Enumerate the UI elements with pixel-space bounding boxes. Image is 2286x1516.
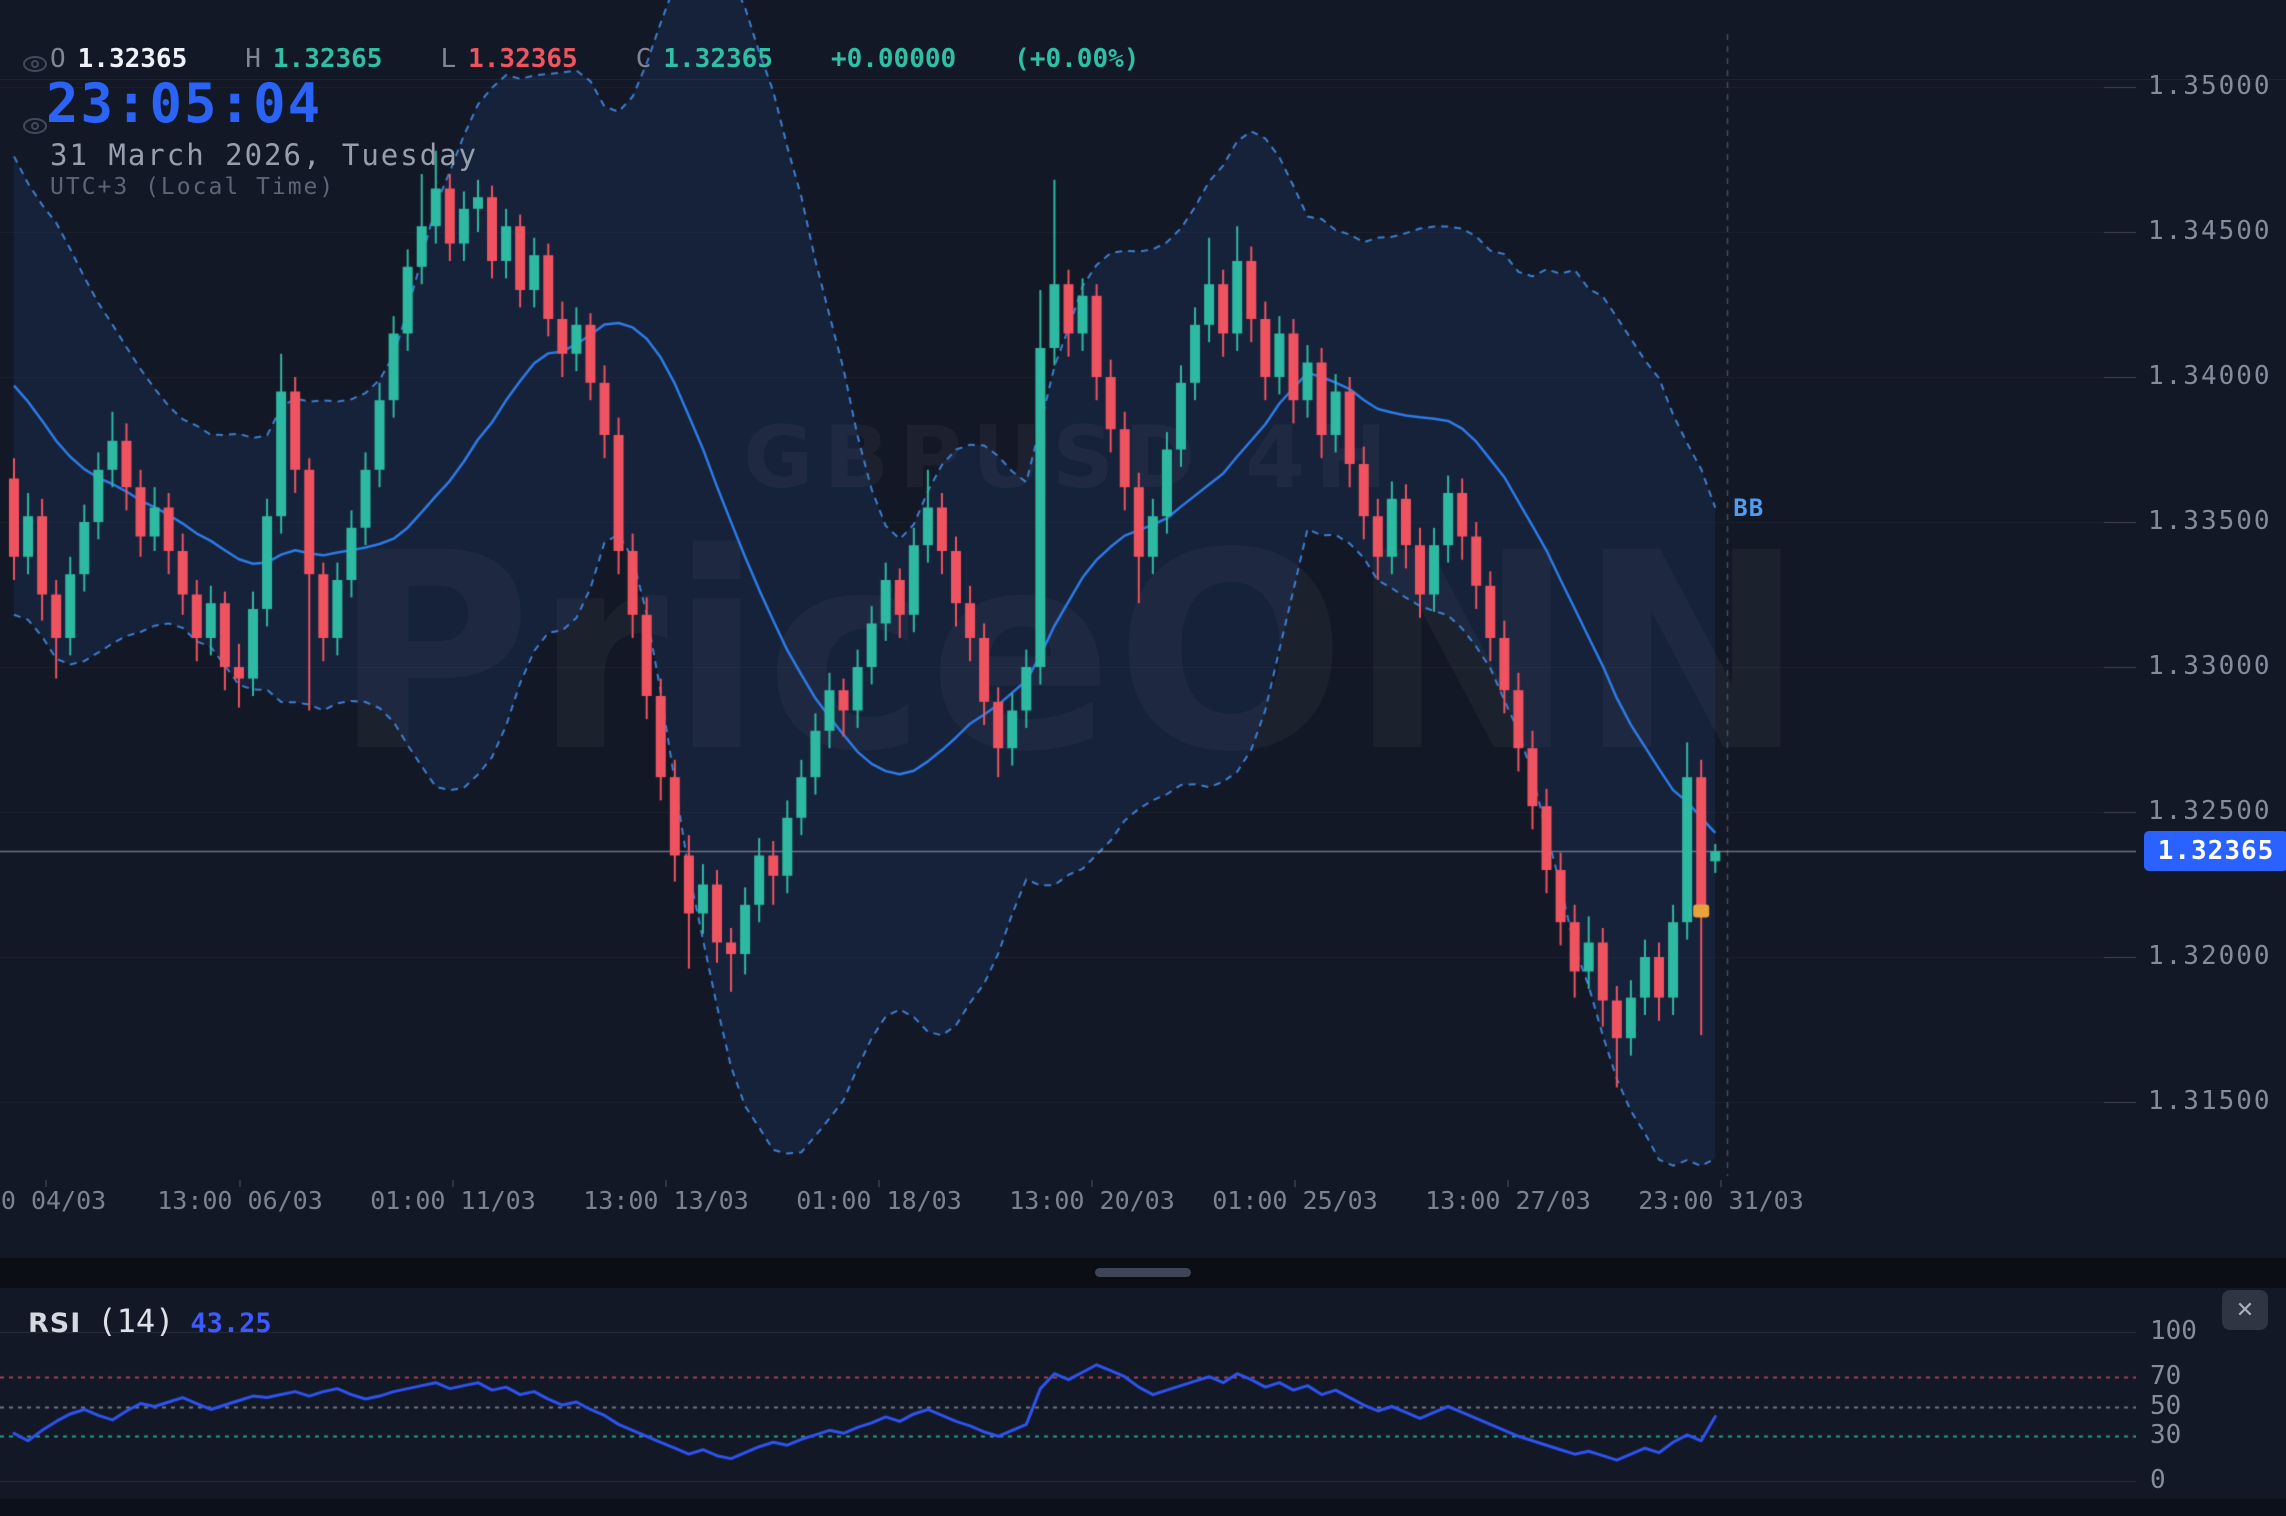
time-tick-mark (878, 1180, 880, 1187)
low-label: L (440, 44, 456, 74)
ohlc-readout: O 1.32365 H 1.32365 L 1.32365 C 1.32365 … (50, 44, 1139, 74)
time-tick-label: 01:00 25/03 (1212, 1186, 1378, 1215)
time-tick-label: 01:00 18/03 (796, 1186, 962, 1215)
timezone-label: UTC+3 (Local Time) (50, 174, 335, 200)
time-tick-label: 13:00 20/03 (1009, 1186, 1175, 1215)
rsi-current-value: 43.25 (190, 1308, 271, 1339)
price-tick-label: 1.32500 (2148, 796, 2272, 826)
price-tick-label: 1.34000 (2148, 361, 2272, 391)
header-separator-line (0, 79, 2286, 80)
close-readout: C 1.32365 (636, 44, 773, 74)
current-price-badge: 1.32365 (2144, 831, 2286, 871)
time-tick-label: 01:00 11/03 (370, 1186, 536, 1215)
time-tick-mark (452, 1180, 454, 1187)
open-label: O (50, 44, 66, 74)
rsi-level-label: 100 (2150, 1316, 2197, 1346)
date-label: 31 March 2026, Tuesday (50, 138, 478, 172)
price-tick-label: 1.35000 (2148, 71, 2272, 101)
price-tick-label: 1.34500 (2148, 216, 2272, 246)
low-readout: L 1.32365 (440, 44, 577, 74)
visibility-eye-icon[interactable] (22, 54, 48, 74)
time-tick-mark (665, 1180, 667, 1187)
rsi-close-button[interactable]: ✕ (2222, 1290, 2268, 1330)
time-tick-mark (1091, 1180, 1093, 1187)
bollinger-band-label: BB (1733, 494, 1764, 522)
time-tick-mark (1507, 1180, 1509, 1187)
time-tick-label: 23:00 31/03 (1638, 1186, 1804, 1215)
low-value: 1.32365 (468, 44, 578, 74)
rsi-level-label: 50 (2150, 1391, 2181, 1421)
change-value: +0.00000 (831, 44, 956, 74)
bottom-bar (0, 1498, 2286, 1516)
rsi-level-label: 70 (2150, 1361, 2181, 1391)
time-tick-mark (1720, 1180, 1722, 1187)
time-tick-mark (1294, 1180, 1296, 1187)
high-label: H (245, 44, 261, 74)
time-tick-label: 13:00 27/03 (1425, 1186, 1591, 1215)
rsi-header: RSI (14) 43.25 (28, 1302, 272, 1340)
time-tick-mark (239, 1180, 241, 1187)
open-readout: O 1.32365 (50, 44, 187, 74)
rsi-level-label: 30 (2150, 1420, 2181, 1450)
visibility-eye-icon[interactable] (22, 116, 48, 136)
rsi-level-label: 0 (2150, 1465, 2166, 1495)
change-percent: (+0.00%) (1014, 44, 1139, 74)
digital-clock: 23:05:04 (46, 72, 322, 135)
time-tick-label: 00 04/03 (0, 1186, 106, 1215)
time-tick-label: 13:00 13/03 (583, 1186, 749, 1215)
trading-terminal: GBPUSD 4H PriceONN O 1.32365 H 1.32365 L… (0, 0, 2286, 1516)
price-tick-label: 1.31500 (2148, 1086, 2272, 1116)
close-label: C (636, 44, 652, 74)
time-tick-mark (45, 1180, 47, 1187)
high-readout: H 1.32365 (245, 44, 382, 74)
price-tick-label: 1.33000 (2148, 651, 2272, 681)
rsi-chart-canvas[interactable] (0, 1262, 2136, 1500)
open-value: 1.32365 (78, 44, 188, 74)
rsi-period: (14) (97, 1302, 174, 1340)
time-tick-label: 13:00 06/03 (157, 1186, 323, 1215)
high-value: 1.32365 (273, 44, 383, 74)
close-value: 1.32365 (663, 44, 773, 74)
price-tick-label: 1.32000 (2148, 941, 2272, 971)
rsi-title: RSI (28, 1308, 81, 1339)
price-tick-label: 1.33500 (2148, 506, 2272, 536)
